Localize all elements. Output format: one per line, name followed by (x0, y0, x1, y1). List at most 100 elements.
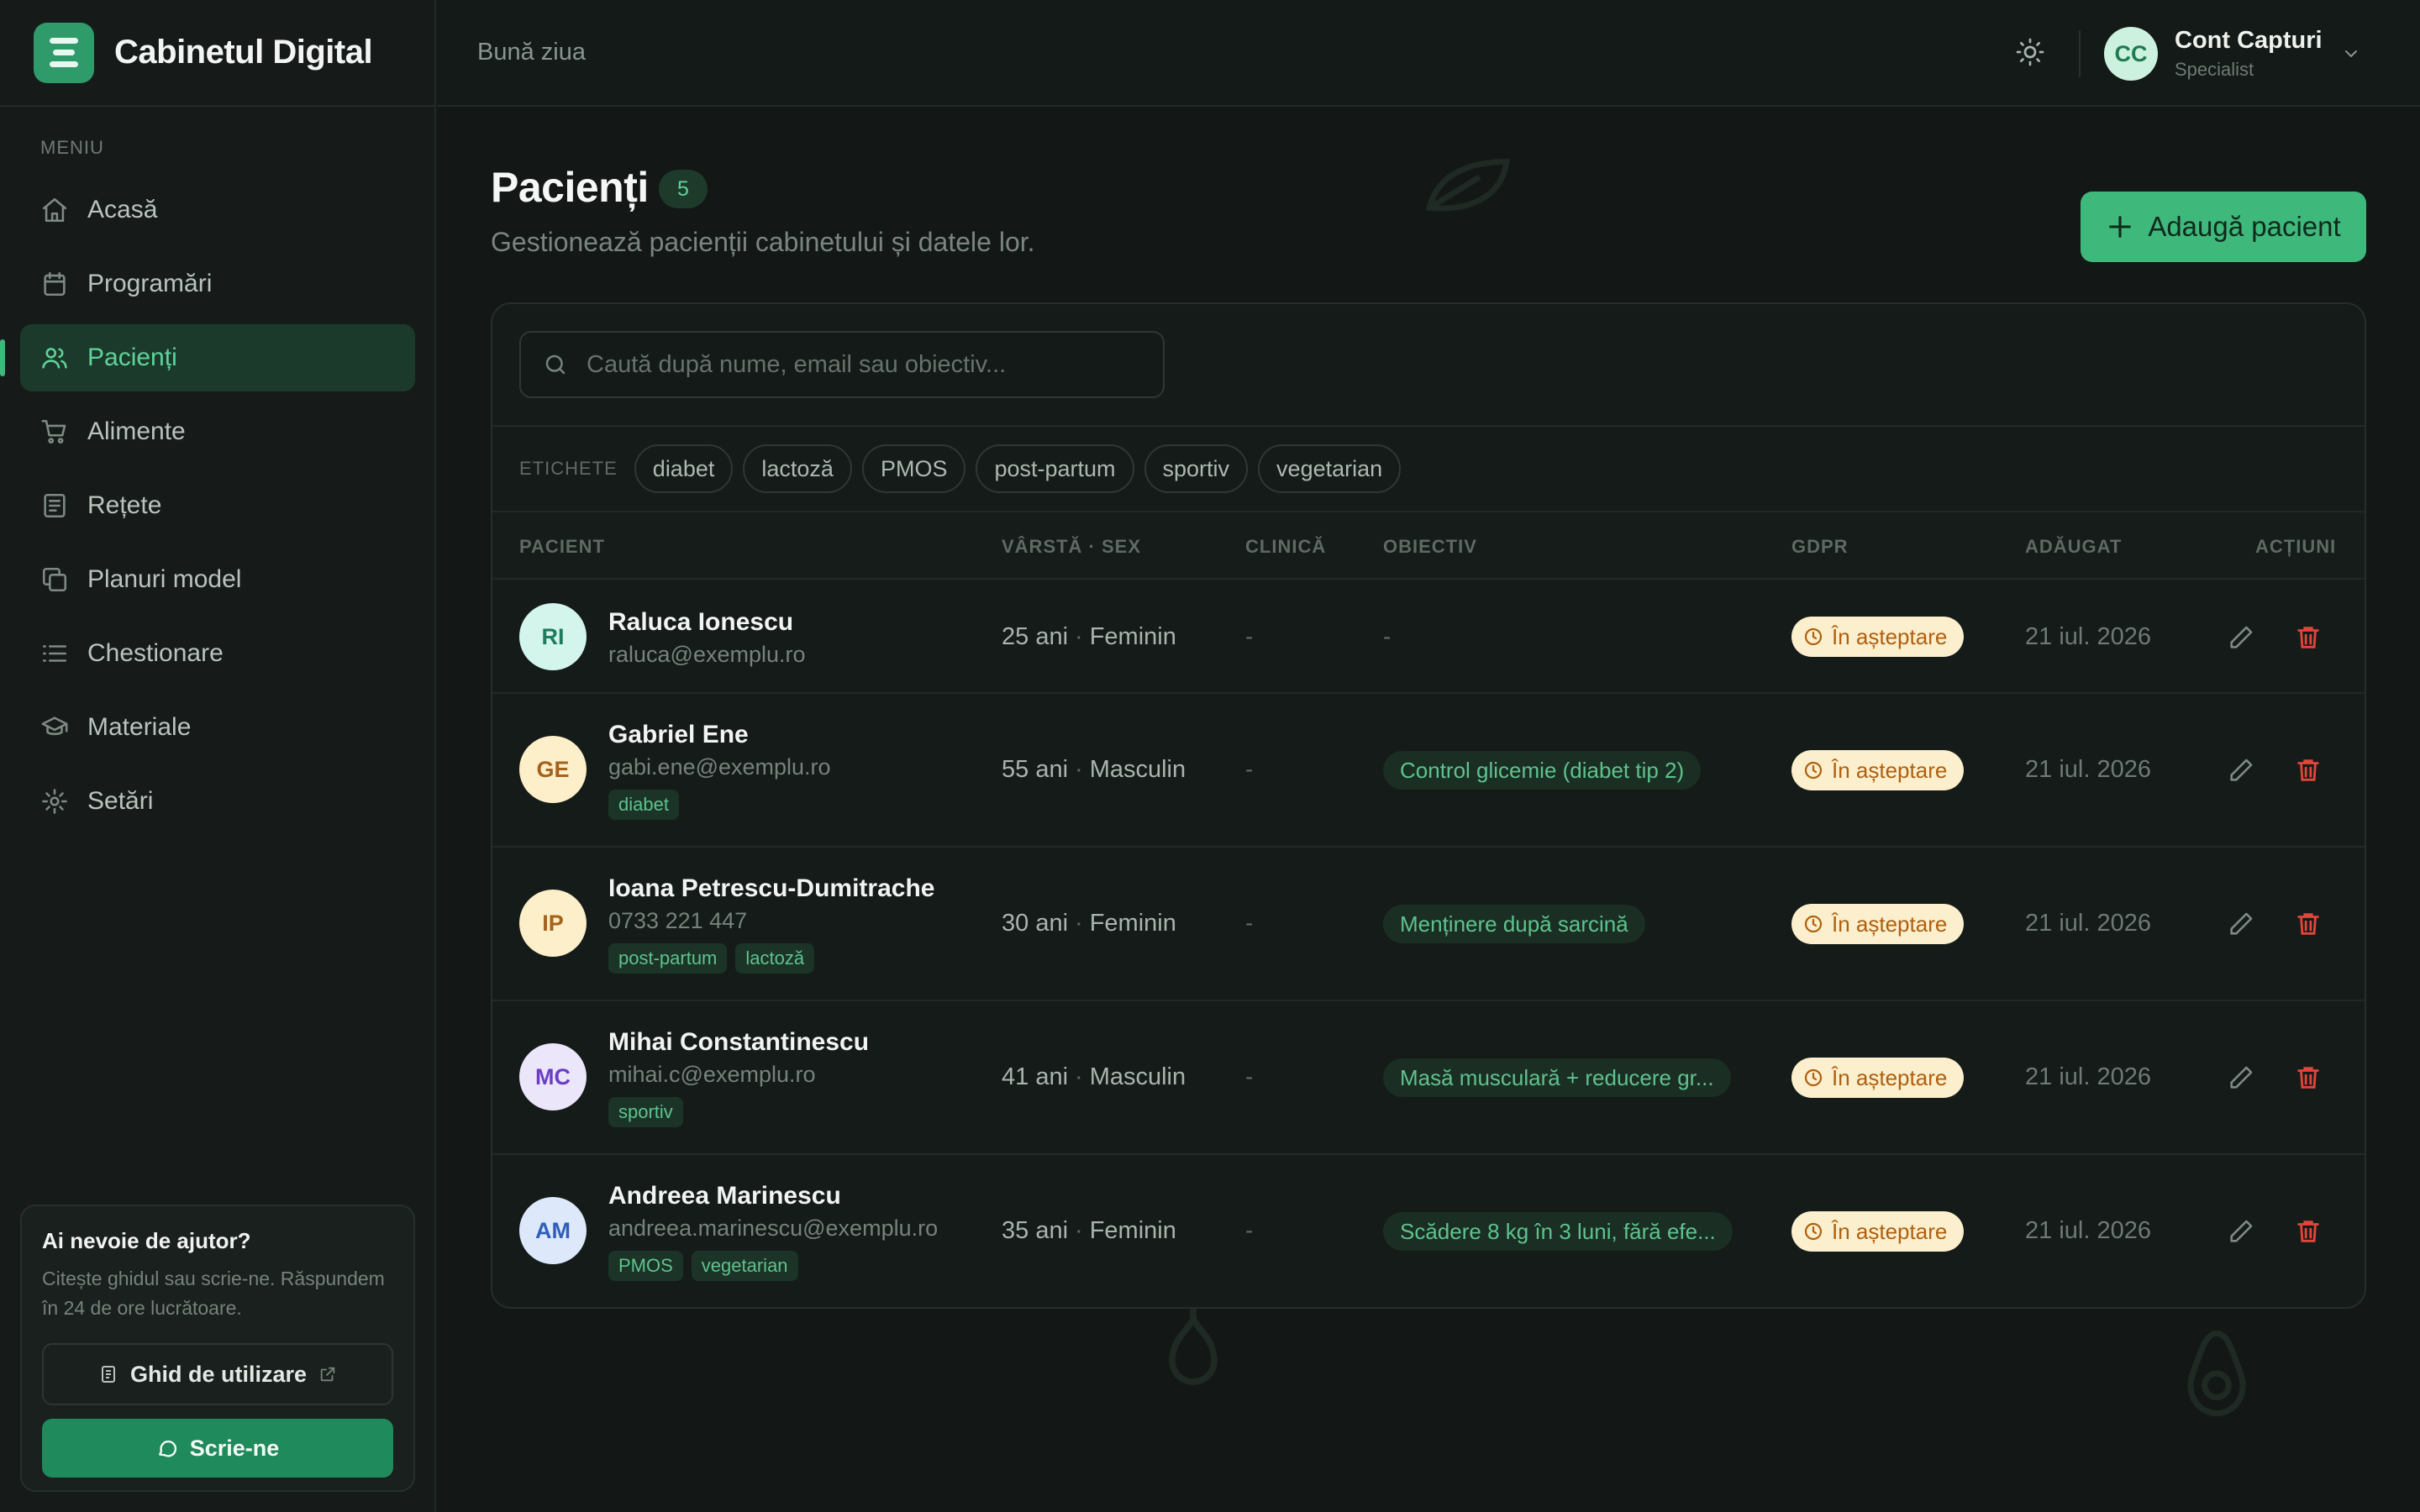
search-input[interactable] (587, 350, 1124, 379)
patient-tag: diabet (608, 790, 679, 820)
edit-icon[interactable] (2227, 910, 2255, 938)
edit-icon[interactable] (2227, 623, 2255, 652)
search-row (492, 304, 2365, 427)
column-header-clinic[interactable]: CLINICĂ (1245, 536, 1326, 558)
clock-icon (1803, 914, 1823, 934)
column-header-patient[interactable]: PACIENT (519, 536, 605, 558)
added-date: 21 iul. 2026 (2025, 1063, 2151, 1090)
trash-icon[interactable] (2294, 1217, 2323, 1246)
gdpr-status-badge: În așteptare (1791, 1211, 1965, 1252)
tag-chip-post-partum[interactable]: post-partum (976, 444, 1134, 493)
user-guide-button[interactable]: Ghid de utilizare (42, 1343, 393, 1405)
column-header-gdpr[interactable]: GDPR (1791, 536, 1849, 558)
sidebar-item-setari[interactable]: Setări (20, 768, 415, 835)
tag-chip-lactoza[interactable]: lactoză (743, 444, 852, 493)
divider (2079, 30, 2081, 77)
edit-icon[interactable] (2227, 1217, 2255, 1246)
edit-icon[interactable] (2227, 756, 2255, 785)
tag-chip-diabet[interactable]: diabet (634, 444, 734, 493)
clock-icon (1803, 1068, 1823, 1088)
brand-name: Cabinetul Digital (114, 34, 373, 71)
sidebar-item-label: Rețete (87, 491, 162, 519)
help-title: Ai nevoie de ajutor? (42, 1228, 251, 1253)
sidebar-item-label: Acasă (87, 196, 158, 223)
patient-sex: Feminin (1089, 1217, 1176, 1244)
patient-avatar: AM (519, 1197, 587, 1264)
table-row[interactable]: AM Andreea Marinescu andreea.marinescu@e… (492, 1155, 2365, 1307)
sidebar-item-planuri-model[interactable]: Planuri model (20, 546, 415, 613)
patient-name[interactable]: Raluca Ionescu (608, 608, 793, 637)
separator-dot: · (1075, 756, 1083, 783)
table-row[interactable]: MC Mihai Constantinescu mihai.c@exemplu.… (492, 1001, 2365, 1155)
add-patient-button[interactable]: Adaugă pacient (2081, 192, 2366, 262)
help-card: Ai nevoie de ajutor? Citește ghidul sau … (20, 1205, 415, 1492)
patient-name[interactable]: Andreea Marinescu (608, 1182, 841, 1210)
patient-age: 55 ani (1002, 756, 1069, 783)
patient-name[interactable]: Ioana Petrescu-Dumitrache (608, 874, 934, 903)
sidebar-item-acasa[interactable]: Acasă (20, 176, 415, 244)
page-subtitle: Gestionează pacienții cabinetului și dat… (491, 227, 1035, 257)
sidebar-item-pacienti[interactable]: Pacienți (0, 324, 415, 391)
column-header-age-sex[interactable]: VÂRSTĂ · SEX (1002, 536, 1141, 558)
table-row[interactable]: RI Raluca Ionescu raluca@exemplu.ro 25 a… (492, 580, 2365, 694)
added-date: 21 iul. 2026 (2025, 1217, 2151, 1244)
sidebar-item-programari[interactable]: Programări (20, 250, 415, 318)
patient-name[interactable]: Gabriel Ene (608, 721, 749, 749)
avocado-icon (2185, 1327, 2249, 1420)
trash-icon[interactable] (2294, 756, 2323, 785)
brand[interactable]: Cabinetul Digital (0, 0, 434, 107)
column-header-objective[interactable]: OBIECTIV (1383, 536, 1477, 558)
patient-name[interactable]: Mihai Constantinescu (608, 1028, 869, 1057)
added-date: 21 iul. 2026 (2025, 756, 2151, 783)
search-icon (543, 352, 568, 377)
edit-icon[interactable] (2227, 1063, 2255, 1092)
trash-icon[interactable] (2294, 623, 2323, 652)
sidebar-item-chestionare[interactable]: Chestionare (20, 620, 415, 687)
tag-filter-row: ETICHETE diabet lactoză PMOS post-partum… (492, 427, 2365, 512)
separator-dot: · (1075, 623, 1083, 650)
table-row[interactable]: IP Ioana Petrescu-Dumitrache 0733 221 44… (492, 848, 2365, 1001)
sidebar-item-label: Programări (87, 270, 213, 297)
write-us-button[interactable]: Scrie-ne (42, 1419, 393, 1478)
patient-avatar: RI (519, 603, 587, 670)
gdpr-status-label: În așteptare (1832, 1064, 1948, 1090)
sidebar-nav: Acasă Programări Pacienți Alimente Rețet… (0, 176, 415, 842)
patient-contact: 0733 221 447 (608, 908, 748, 933)
message-icon (156, 1437, 178, 1459)
added-date: 21 iul. 2026 (2025, 623, 2151, 650)
gdpr-status-badge: În așteptare (1791, 617, 1965, 657)
page-title: Pacienți (491, 164, 649, 211)
pear-icon (1160, 1302, 1227, 1386)
patient-age: 25 ani (1002, 623, 1069, 650)
patient-contact: mihai.c@exemplu.ro (608, 1062, 816, 1087)
table-row[interactable]: GE Gabriel Ene gabi.ene@exemplu.ro diabe… (492, 694, 2365, 848)
objective-badge: Scădere 8 kg în 3 luni, fără efe... (1383, 1212, 1733, 1251)
gear-icon (40, 787, 69, 816)
gdpr-status-label: În așteptare (1832, 1218, 1948, 1244)
patient-avatar: MC (519, 1043, 587, 1110)
objective-cell: - (1383, 623, 1392, 649)
sidebar-item-materiale[interactable]: Materiale (20, 694, 415, 761)
tags-label: ETICHETE (519, 458, 618, 479)
clock-icon (1803, 627, 1823, 647)
sidebar-item-alimente[interactable]: Alimente (20, 398, 415, 465)
trash-icon[interactable] (2294, 1063, 2323, 1092)
tag-chip-vegetarian[interactable]: vegetarian (1258, 444, 1402, 493)
tag-chip-sportiv[interactable]: sportiv (1144, 444, 1249, 493)
menu-label: MENIU (40, 137, 104, 158)
account-name[interactable]: Cont Capturi (2175, 27, 2323, 55)
chevron-down-icon[interactable] (2341, 44, 2361, 64)
patient-avatar: GE (519, 736, 587, 803)
sun-icon[interactable] (2015, 37, 2045, 67)
trash-icon[interactable] (2294, 910, 2323, 938)
column-header-added[interactable]: ADĂUGAT (2025, 536, 2122, 558)
account-avatar[interactable]: CC (2104, 27, 2158, 81)
patient-tags: PMOS vegetarian (608, 1251, 798, 1281)
patient-tag: vegetarian (691, 1251, 798, 1281)
search-box[interactable] (519, 331, 1165, 398)
clinic-cell: - (1245, 1063, 1254, 1089)
gdpr-status-badge: În așteptare (1791, 750, 1965, 790)
recipe-icon (40, 491, 69, 520)
sidebar-item-retete[interactable]: Rețete (20, 472, 415, 539)
tag-chip-pmos[interactable]: PMOS (861, 444, 966, 493)
